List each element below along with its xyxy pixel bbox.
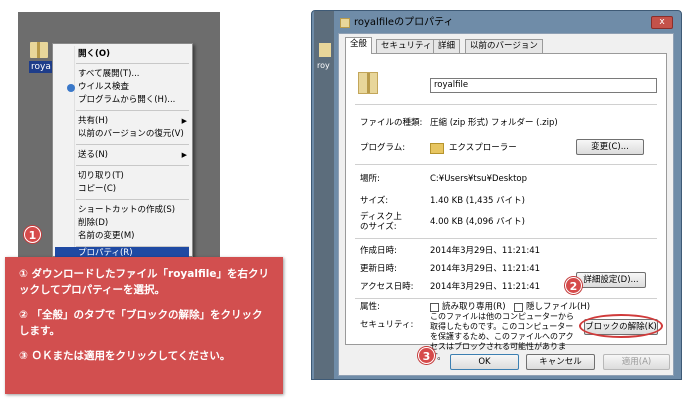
dialog-title: royalfileのプロパティ (354, 17, 454, 28)
submenu-arrow-icon: ▶ (181, 117, 187, 125)
properties-dialog: roy royalfileのプロパティ x 全般 セキュリティ 詳細 以前のバー… (311, 10, 682, 380)
divider (355, 104, 657, 105)
desktop-background: roy (314, 11, 334, 379)
menu-item-cut[interactable]: 切り取り(T) (76, 170, 189, 182)
menu-item-open-with[interactable]: プログラムから開く(H)... (76, 94, 189, 106)
menu-item-delete[interactable]: 削除(D) (76, 217, 189, 229)
created-value: 2014年3月29日、11:21:41 (430, 246, 541, 256)
size-value: 1.40 KB (1,435 バイト) (430, 196, 525, 206)
menu-item-send-to[interactable]: 送る(N) ▶ (76, 149, 189, 161)
advanced-button[interactable]: 詳細設定(D)... (576, 272, 646, 288)
disk-size-value: 4.00 KB (4,096 バイト) (430, 217, 525, 227)
close-button[interactable]: x (651, 16, 673, 29)
menu-gutter (74, 46, 75, 254)
modified-value: 2014年3月29日、11:21:41 (430, 264, 541, 274)
menu-item-create-shortcut[interactable]: ショートカットの作成(S) (76, 204, 189, 216)
menu-item-expand-all[interactable]: すべて展開(T)... (76, 68, 189, 80)
explorer-icon (430, 143, 444, 154)
highlight-ring (579, 314, 663, 338)
menu-separator (76, 144, 189, 145)
accessed-label: アクセス日時: (360, 282, 414, 292)
divider (355, 164, 657, 165)
virus-scan-icon (67, 84, 75, 92)
instruction-box: ① ダウンロードしたファイル「royalfile」を右クリックしてプロパティーを… (5, 257, 283, 394)
title-bar[interactable]: royalfileのプロパティ x (334, 15, 673, 31)
attributes-label: 属性: (360, 302, 380, 312)
tab-details[interactable]: 詳細 (433, 39, 461, 53)
menu-separator (76, 165, 189, 166)
menu-item-virus-scan[interactable]: ウイルス検査 (76, 81, 189, 93)
dialog-body: 全般 セキュリティ 詳細 以前のバージョン royalfile ファイルの種類:… (338, 33, 674, 376)
program-label: プログラム: (360, 143, 406, 153)
created-label: 作成日時: (360, 246, 397, 256)
ok-button[interactable]: OK (450, 354, 519, 370)
menu-separator (76, 199, 189, 200)
instruction-step-1: ① ダウンロードしたファイル「royalfile」を右クリックしてプロパティーを… (19, 268, 269, 296)
desktop-file-label[interactable]: roya (29, 61, 53, 73)
security-label: セキュリティ: (360, 320, 414, 330)
program-value: エクスプローラー (449, 143, 517, 153)
menu-item-copy[interactable]: コピー(C) (76, 183, 189, 195)
tab-previous-versions[interactable]: 以前のバージョン (465, 39, 543, 53)
menu-item-share[interactable]: 共有(H) ▶ (76, 115, 189, 127)
location-value: C:¥Users¥tsu¥Desktop (430, 174, 528, 184)
location-label: 場所: (360, 174, 380, 184)
general-panel: royalfile ファイルの種類: 圧縮 (zip 形式) フォルダー (.z… (345, 53, 667, 361)
zip-folder-icon (340, 18, 350, 28)
readonly-checkbox[interactable] (430, 303, 439, 312)
menu-item-open[interactable]: 開く(O) (76, 48, 189, 60)
menu-separator (76, 63, 189, 64)
menu-item-restore[interactable]: 以前のバージョンの復元(V) (76, 128, 189, 140)
menu-item-send-to-label: 送る(N) (78, 150, 108, 160)
disk-size-label-line-2: のサイズ: (360, 222, 397, 232)
tab-security[interactable]: セキュリティ (376, 39, 437, 53)
change-button[interactable]: 変更(C)... (576, 139, 644, 155)
accessed-value: 2014年3月29日、11:21:41 (430, 282, 541, 292)
step-badge-1: 1 (24, 226, 41, 243)
cancel-button[interactable]: キャンセル (526, 354, 595, 370)
modified-label: 更新日時: (360, 264, 397, 274)
zip-file-icon (358, 72, 378, 94)
divider (355, 298, 657, 299)
zip-file-icon[interactable] (30, 42, 48, 58)
instruction-step-2: ② 「全般」のタブで「ブロックの解除」をクリックします。 (19, 309, 263, 337)
step-badge-3: 3 (418, 347, 435, 364)
apply-button[interactable]: 適用(A) (603, 354, 670, 370)
menu-item-rename[interactable]: 名前の変更(M) (76, 230, 189, 242)
context-menu: 開く(O) すべて展開(T)... ウイルス検査 プログラムから開く(H)...… (52, 43, 193, 259)
divider (355, 238, 657, 239)
zip-file-icon (319, 43, 331, 57)
filename-input[interactable]: royalfile (430, 78, 657, 93)
size-label: サイズ: (360, 196, 389, 206)
tab-general[interactable]: 全般 (345, 37, 373, 54)
instruction-step-3: ③ ＯＫまたは適用をクリックしてください。 (19, 350, 231, 362)
hidden-checkbox[interactable] (514, 303, 523, 312)
menu-item-share-label: 共有(H) (78, 116, 109, 126)
menu-separator (76, 110, 189, 111)
file-type-value: 圧縮 (zip 形式) フォルダー (.zip) (430, 118, 558, 128)
submenu-arrow-icon: ▶ (181, 151, 187, 159)
file-type-label: ファイルの種類: (360, 118, 423, 128)
step-badge-2: 2 (565, 277, 582, 294)
desktop-file-label: roy (317, 61, 330, 70)
